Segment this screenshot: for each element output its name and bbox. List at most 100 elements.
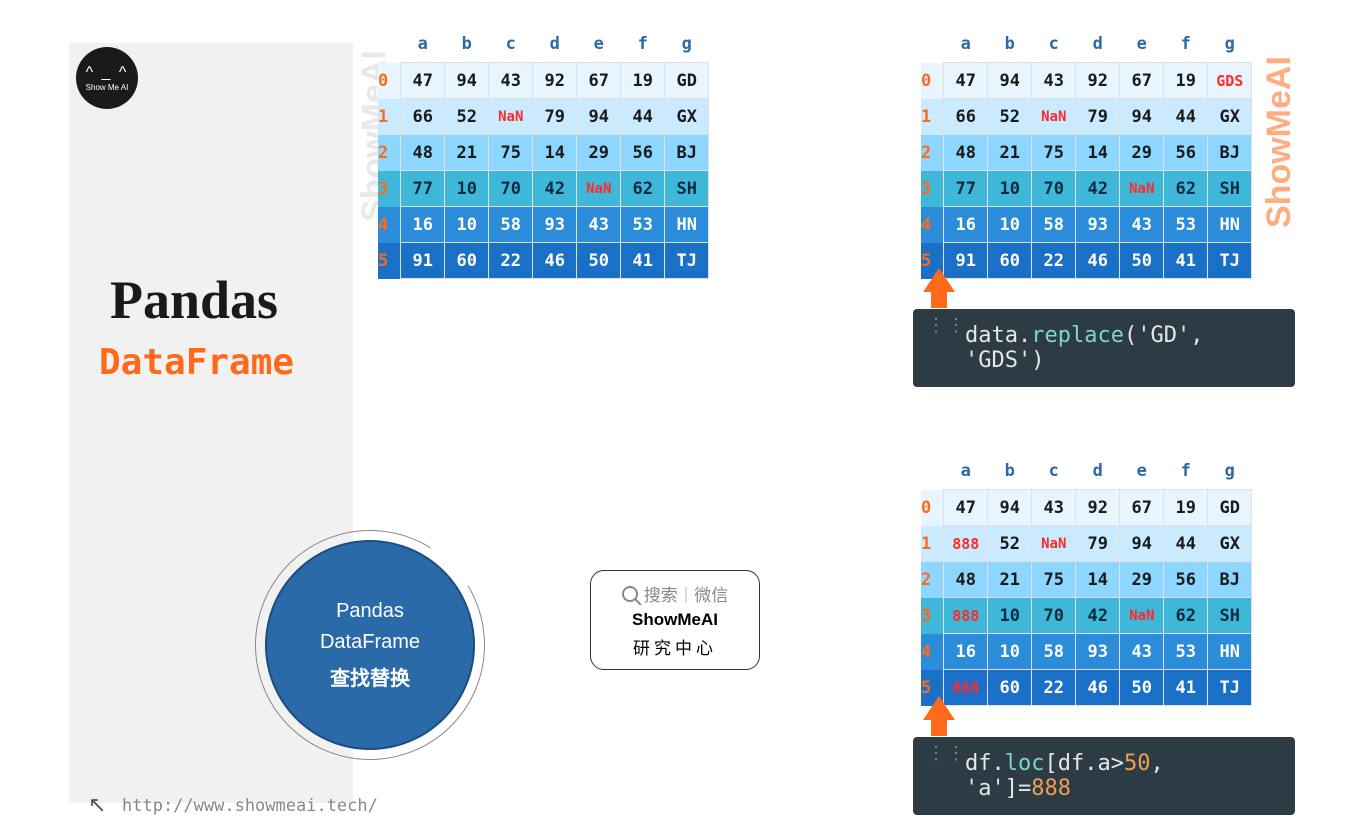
cell: 56	[621, 135, 665, 171]
search-name: ShowMeAI	[632, 610, 718, 630]
cell: 93	[533, 207, 577, 243]
dataframe-loc-result: abcdefg0479443926719GD188852NaN799444GX2…	[921, 457, 1252, 706]
cell: 70	[1032, 171, 1076, 207]
code1-arg1: 'GD'	[1137, 323, 1190, 348]
cell: 19	[621, 63, 665, 99]
search-label: 搜索	[644, 581, 678, 606]
circle-line3: 查找替换	[330, 662, 410, 691]
row-index: 4	[921, 207, 944, 243]
cell: 42	[1076, 598, 1120, 634]
cell: 47	[944, 490, 988, 526]
cell: 60	[988, 243, 1032, 279]
cell: 14	[1076, 562, 1120, 598]
col-header: g	[1208, 457, 1252, 490]
cell: 21	[445, 135, 489, 171]
cell: 50	[577, 243, 621, 279]
col-header: a	[944, 457, 988, 490]
code-dots-icon: ⋮⋮	[927, 743, 967, 764]
logo-text: Show Me AI	[86, 83, 129, 92]
cell: 14	[533, 135, 577, 171]
cell: NaN	[1032, 526, 1076, 562]
cell: GDS	[1208, 63, 1252, 99]
title-dataframe: DataFrame	[99, 342, 294, 383]
cell: 48	[401, 135, 445, 171]
row-index: 4	[378, 207, 401, 243]
cell: 42	[1076, 171, 1120, 207]
search-center: 研究中心	[633, 634, 717, 659]
cell: 41	[1164, 243, 1208, 279]
cell: 62	[1164, 171, 1208, 207]
cell: 888	[944, 598, 988, 634]
cell: GX	[1208, 99, 1252, 135]
cell: HN	[1208, 634, 1252, 670]
row-index: 1	[921, 526, 944, 562]
cell: 60	[445, 243, 489, 279]
cell: 53	[1164, 634, 1208, 670]
cell: NaN	[1120, 171, 1164, 207]
cell: 91	[401, 243, 445, 279]
row-index: 2	[921, 562, 944, 598]
row-index: 3	[378, 171, 401, 207]
col-header: g	[1208, 30, 1252, 63]
cell: 21	[988, 562, 1032, 598]
cell: 94	[988, 490, 1032, 526]
cell: 22	[489, 243, 533, 279]
cell: 10	[988, 634, 1032, 670]
cell: 10	[445, 171, 489, 207]
row-index: 3	[921, 598, 944, 634]
row-index: 4	[921, 634, 944, 670]
showmeai-logo: ^ _ ^ Show Me AI	[76, 47, 138, 109]
cell: SH	[1208, 171, 1252, 207]
cell: 58	[1032, 634, 1076, 670]
cell: 75	[1032, 562, 1076, 598]
cell: 10	[988, 171, 1032, 207]
cell: GX	[665, 99, 709, 135]
search-icon	[622, 586, 638, 602]
cell: 50	[1120, 243, 1164, 279]
cell: 66	[944, 99, 988, 135]
row-index: 0	[921, 490, 944, 526]
row-index: 0	[378, 63, 401, 99]
cell: 44	[621, 99, 665, 135]
logo-face: ^ _ ^	[86, 65, 129, 81]
code2-val: 888	[1031, 776, 1071, 801]
cell: 43	[1032, 490, 1076, 526]
cell: 44	[1164, 99, 1208, 135]
cell: 21	[988, 135, 1032, 171]
row-index: 2	[378, 135, 401, 171]
cell: 67	[577, 63, 621, 99]
cell: 10	[988, 207, 1032, 243]
cell: 66	[401, 99, 445, 135]
cell: 62	[1164, 598, 1208, 634]
cell: 10	[988, 598, 1032, 634]
cell: 10	[445, 207, 489, 243]
cell: 79	[1076, 526, 1120, 562]
title-pandas: Pandas	[110, 269, 278, 331]
cell: 52	[988, 99, 1032, 135]
cell: SH	[665, 171, 709, 207]
cell: 60	[988, 670, 1032, 706]
cell: 67	[1120, 490, 1164, 526]
cell: TJ	[1208, 243, 1252, 279]
cell: NaN	[577, 171, 621, 207]
cell: 58	[1032, 207, 1076, 243]
code1-method: replace	[1031, 323, 1124, 348]
watermark-orange: ShowMeAI	[1260, 56, 1299, 228]
row-index: 5	[378, 243, 401, 279]
cell: TJ	[1208, 670, 1252, 706]
circle-badge: Pandas DataFrame 查找替换	[265, 540, 475, 750]
cell: 888	[944, 526, 988, 562]
cell: HN	[1208, 207, 1252, 243]
cell: GX	[1208, 526, 1252, 562]
cell: 79	[533, 99, 577, 135]
cell: 47	[401, 63, 445, 99]
code1-arg2: 'GDS'	[965, 348, 1031, 373]
code2-method: loc	[1005, 751, 1045, 776]
cell: 77	[401, 171, 445, 207]
cell: 92	[533, 63, 577, 99]
cell: 16	[401, 207, 445, 243]
cell: 47	[944, 63, 988, 99]
cell: 46	[1076, 243, 1120, 279]
col-header: g	[665, 30, 709, 63]
cell: 94	[577, 99, 621, 135]
